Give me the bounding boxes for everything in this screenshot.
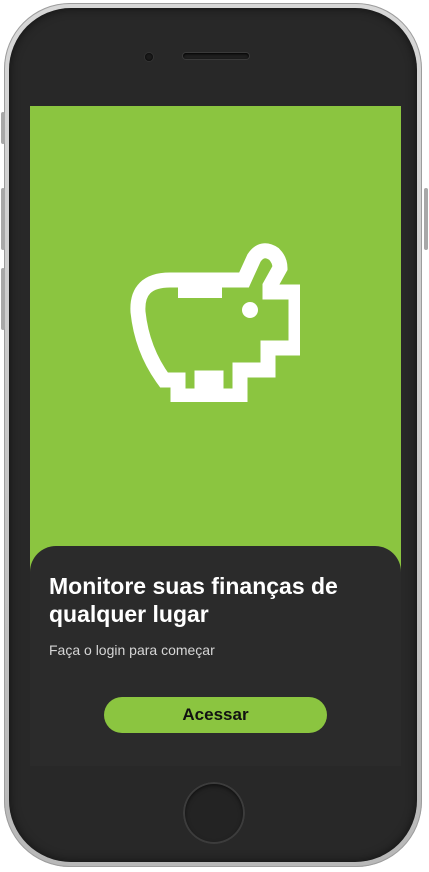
app-screen: Monitore suas finanças de qualquer lugar… — [30, 106, 401, 766]
onboarding-title: Monitore suas finanças de qualquer lugar — [49, 573, 338, 627]
login-prompt-sheet: Monitore suas finanças de qualquer lugar… — [30, 546, 401, 766]
front-camera — [145, 53, 153, 61]
piggy-bank-icon — [130, 243, 300, 402]
onboarding-subtitle: Faça o login para começar — [49, 642, 215, 658]
power-button — [424, 188, 428, 250]
home-button[interactable] — [183, 782, 245, 844]
volume-down-button — [1, 268, 5, 330]
mute-switch — [1, 112, 5, 144]
acessar-button[interactable]: Acessar — [104, 697, 327, 733]
volume-up-button — [1, 188, 5, 250]
earpiece-speaker — [183, 53, 249, 59]
